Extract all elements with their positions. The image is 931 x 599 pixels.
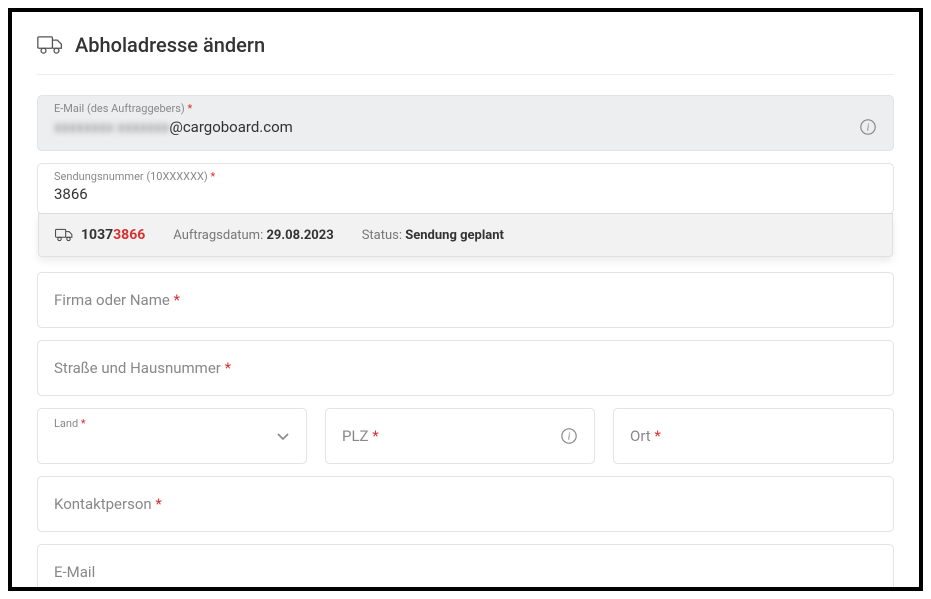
- required-marker: *: [221, 359, 231, 377]
- required-marker: *: [372, 427, 378, 445]
- email-contact-field[interactable]: E-Mail: [37, 544, 894, 591]
- ort-field[interactable]: Ort *: [613, 408, 894, 464]
- shipment-label: Sendungsnummer (10XXXXXX): [54, 170, 208, 183]
- country-select[interactable]: Land *: [37, 408, 307, 464]
- svg-text:i: i: [568, 431, 571, 443]
- info-icon[interactable]: i: [859, 118, 877, 136]
- shipment-autocomplete-item[interactable]: 10373866 Auftragsdatum: 29.08.2023 Statu…: [38, 213, 893, 257]
- page-title: Abholadresse ändern: [75, 33, 265, 57]
- email-masked-prefix: xxxxxxxx xxxxxxx: [54, 118, 169, 136]
- required-marker: *: [152, 495, 162, 513]
- shipment-input-value[interactable]: 3866: [54, 185, 877, 203]
- plz-label: PLZ: [342, 427, 369, 445]
- contact-field-label: Kontaktperson: [54, 495, 152, 513]
- company-field[interactable]: Firma oder Name *: [37, 272, 894, 328]
- plz-field[interactable]: PLZ * i: [325, 408, 595, 464]
- chevron-down-icon: [276, 429, 290, 443]
- email-suffix: @cargoboard.com: [169, 118, 292, 136]
- company-field-label: Firma oder Name: [54, 291, 170, 309]
- order-date-value: 29.08.2023: [266, 228, 333, 243]
- street-field-label: Straße und Hausnummer: [54, 359, 221, 377]
- email-contact-field-label: E-Mail: [54, 563, 95, 581]
- required-marker: *: [210, 170, 215, 183]
- required-marker: *: [81, 417, 86, 430]
- shipment-number-field[interactable]: Sendungsnummer (10XXXXXX) * 3866 1037386…: [37, 163, 894, 214]
- status-value: Sendung geplant: [405, 228, 504, 243]
- shipment-id-match: 3866: [113, 227, 145, 243]
- ort-label: Ort: [630, 427, 651, 445]
- required-marker: *: [654, 427, 660, 445]
- email-label: E-Mail (des Auftraggebers): [54, 102, 185, 115]
- info-icon[interactable]: i: [560, 427, 578, 445]
- required-marker: *: [170, 291, 180, 309]
- truck-icon: [55, 226, 73, 244]
- street-field[interactable]: Straße und Hausnummer *: [37, 340, 894, 396]
- order-date-label: Auftragsdatum:: [173, 228, 263, 243]
- country-label: Land: [54, 417, 78, 430]
- status-label: Status:: [362, 228, 402, 243]
- required-marker: *: [187, 102, 192, 115]
- svg-text:i: i: [867, 121, 870, 133]
- truck-icon: [37, 32, 63, 58]
- page-header: Abholadresse ändern: [37, 32, 894, 75]
- shipment-id-prefix: 1037: [81, 227, 113, 243]
- contact-field[interactable]: Kontaktperson *: [37, 476, 894, 532]
- email-field: E-Mail (des Auftraggebers) * xxxxxxxx xx…: [37, 95, 894, 151]
